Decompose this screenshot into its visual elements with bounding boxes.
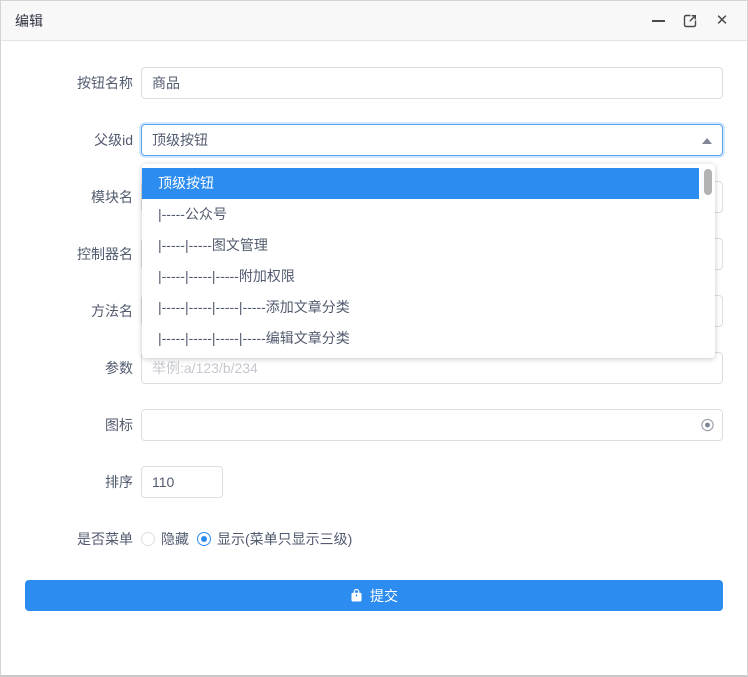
submit-button-label: 提交 (370, 586, 398, 606)
radio-hide-label: 隐藏 (161, 529, 189, 549)
caret-up-icon (702, 138, 712, 144)
parent-id-selected-value: 顶级按钮 (152, 130, 208, 150)
radio-show-label: 显示(菜单只显示三级) (217, 529, 352, 549)
button-name-input[interactable] (141, 67, 723, 99)
dropdown-option[interactable]: 顶级按钮 (142, 168, 699, 199)
form-row-icon: 图标 (25, 409, 723, 441)
dropdown-option[interactable]: |-----公众号 (142, 199, 715, 230)
parent-id-select[interactable]: 顶级按钮 (141, 124, 723, 156)
radio-unchecked-icon (141, 532, 155, 546)
dropdown-option[interactable]: |-----|-----|-----|-----编辑文章分类 (142, 323, 715, 354)
icon-label: 图标 (25, 409, 141, 441)
radio-show[interactable]: 显示(菜单只显示三级) (197, 529, 352, 549)
dot-circle-icon[interactable] (700, 418, 715, 433)
radio-checked-icon (197, 532, 211, 546)
dropdown-option[interactable]: |-----|-----|-----附加权限 (142, 261, 715, 292)
form-row-is-menu: 是否菜单 隐藏 显示(菜单只显示三级) (25, 523, 723, 555)
sort-input[interactable] (141, 466, 223, 498)
form-row-parent-id: 父级id 顶级按钮 顶级按钮 |-----公众号 |-----|-----图文管… (25, 124, 723, 156)
radio-hide[interactable]: 隐藏 (141, 529, 189, 549)
bag-icon (350, 588, 363, 603)
form-row-sort: 排序 (25, 466, 723, 498)
maximize-icon (683, 14, 697, 28)
method-name-label: 方法名 (25, 295, 141, 327)
window-title: 编辑 (15, 11, 43, 31)
parent-id-label: 父级id (25, 124, 141, 156)
dropdown-scrollbar-thumb[interactable] (704, 169, 712, 195)
edit-dialog-window: 编辑 ✕ 按钮名称 父级id (0, 0, 748, 677)
is-menu-radio-group: 隐藏 显示(菜单只显示三级) (141, 523, 723, 555)
close-icon: ✕ (716, 13, 729, 28)
minimize-button[interactable] (649, 12, 667, 30)
edit-form: 按钮名称 父级id 顶级按钮 顶级按钮 |-----公众号 |-----|---… (1, 41, 747, 611)
dropdown-option[interactable]: |-----|-----图文管理 (142, 230, 715, 261)
title-bar: 编辑 ✕ (1, 1, 747, 41)
submit-button[interactable]: 提交 (25, 580, 723, 611)
maximize-button[interactable] (681, 12, 699, 30)
controller-name-label: 控制器名 (25, 238, 141, 270)
params-label: 参数 (25, 352, 141, 384)
is-menu-label: 是否菜单 (25, 523, 141, 555)
minimize-icon (652, 20, 665, 22)
button-name-label: 按钮名称 (25, 67, 141, 99)
dropdown-option[interactable]: |-----|-----|-----|-----添加文章分类 (142, 292, 715, 323)
close-button[interactable]: ✕ (713, 12, 731, 30)
parent-id-dropdown: 顶级按钮 |-----公众号 |-----|-----图文管理 |-----|-… (142, 164, 715, 358)
icon-input[interactable] (141, 409, 723, 441)
form-row-button-name: 按钮名称 (25, 67, 723, 99)
module-name-label: 模块名 (25, 181, 141, 213)
window-controls: ✕ (649, 12, 731, 30)
sort-label: 排序 (25, 466, 141, 498)
